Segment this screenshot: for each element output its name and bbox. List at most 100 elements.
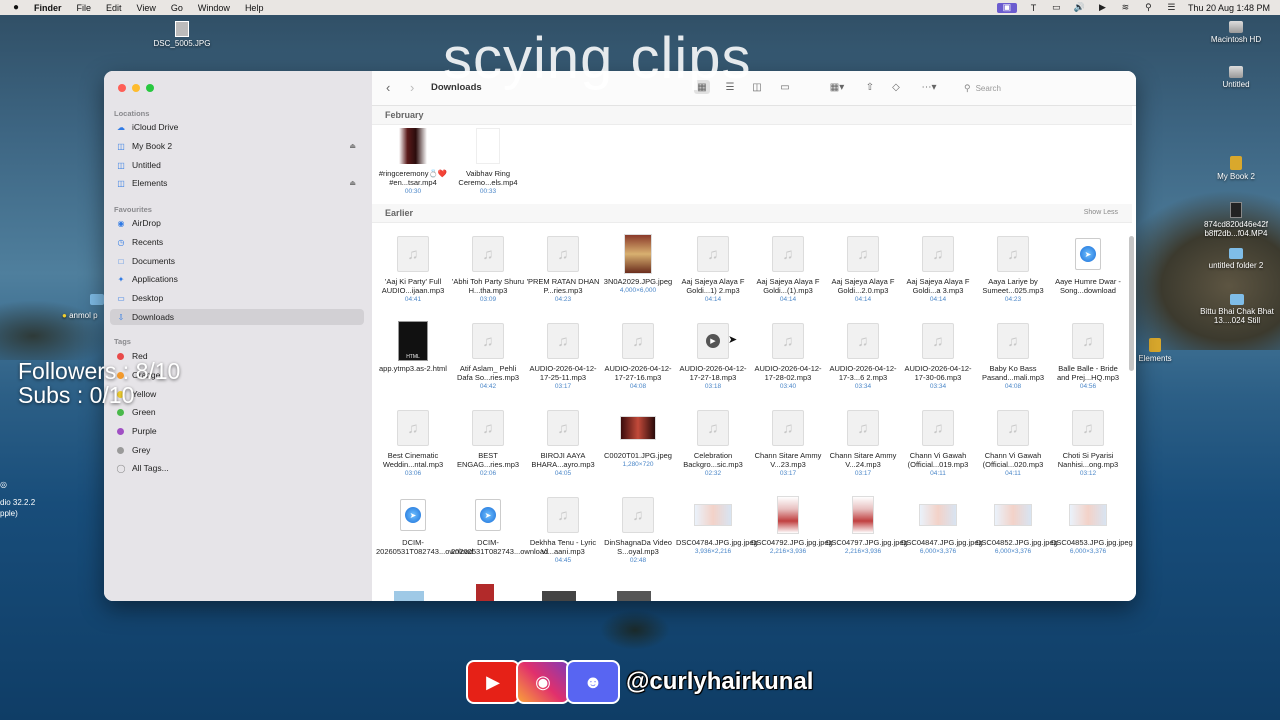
menu-edit[interactable]: Edit bbox=[106, 3, 122, 13]
file-item[interactable]: DSC04797.JPG.jpg.jpeg 2,216×3,936 bbox=[826, 495, 908, 555]
desktop-partial-icon[interactable]: ◎ bbox=[0, 480, 7, 490]
close-window-button[interactable] bbox=[118, 84, 126, 92]
wifi-icon[interactable]: ≋ bbox=[1119, 2, 1132, 13]
file-item[interactable]: ♫ Balle Balle - Bride and Prej...HQ.mp3 04… bbox=[1051, 321, 1125, 390]
eject-icon[interactable]: ⏏ bbox=[349, 142, 356, 150]
desktop-icon-elements[interactable]: Elements bbox=[1134, 338, 1176, 363]
file-item[interactable]: DSC04847.JPG.jpg.jpeg 6,000×3,376 bbox=[901, 495, 983, 555]
sidebar-item-my-book-2[interactable]: ◫ My Book 2 ⏏ bbox=[110, 138, 364, 154]
file-item[interactable]: ♫ AUDIO-2026-04-12-17-28-02.mp3 03:40 bbox=[751, 321, 825, 390]
search-field[interactable]: ⚲ Search bbox=[964, 81, 1124, 95]
sidebar-all-tags[interactable]: ◯ All Tags... bbox=[110, 460, 364, 476]
file-item[interactable]: ♫ Aaj Sajeya Alaya F Goldi...(1).mp3 04:14 bbox=[751, 234, 825, 303]
file-item[interactable]: ♫ DinShagnaDa Video S...oyal.mp3 02:48 bbox=[601, 495, 675, 564]
sidebar-item-applications[interactable]: ✦ Applications bbox=[110, 271, 364, 287]
desktop-icon-my-book[interactable]: My Book 2 bbox=[1200, 156, 1272, 181]
file-item[interactable]: ♫ Chann Vi Gawah (Official...019.mp3 04:11 bbox=[901, 408, 975, 477]
menu-help[interactable]: Help bbox=[245, 3, 264, 13]
file-item[interactable]: ♫ Atif Aslam_ Pehli Dafa So...ries.mp3 04:… bbox=[451, 321, 525, 390]
sidebar-item-downloads[interactable]: ⇩ Downloads bbox=[110, 309, 364, 325]
minimize-window-button[interactable] bbox=[132, 84, 140, 92]
tag-icon[interactable]: ◇ bbox=[888, 80, 904, 94]
file-item[interactable]: ♫ Aaj Sajeya Alaya F Goldi...a 3.mp3 04:14 bbox=[901, 234, 975, 303]
sidebar-item-elements[interactable]: ◫ Elements ⏏ bbox=[110, 175, 364, 191]
file-item[interactable]: ▶ AUDIO-2026-04-12-17-27-18.mp3 03:18 bbox=[676, 321, 750, 390]
desktop-icon-mp4-file[interactable]: 874cd820d46e42f b8ff2db...f04.MP4 bbox=[1194, 202, 1278, 238]
file-item[interactable]: DSC04853.JPG.jpg.jpeg 6,000×3,376 bbox=[1051, 495, 1133, 555]
sidebar-item-airdrop[interactable]: ◉ AirDrop bbox=[110, 215, 364, 231]
file-item[interactable]: ♫ Chann Sitare Ammy V...24.mp3 03:17 bbox=[826, 408, 900, 477]
partial-thumbnail[interactable] bbox=[476, 584, 494, 601]
spotlight-icon[interactable]: ⚲ bbox=[1142, 2, 1155, 13]
menu-clock[interactable]: Thu 20 Aug 1:48 PM bbox=[1188, 3, 1270, 13]
file-item[interactable]: DSC04792.JPG.jpg.jpeg 2,216×3,936 bbox=[751, 495, 833, 555]
menu-window[interactable]: Window bbox=[198, 3, 230, 13]
zoom-window-button[interactable] bbox=[146, 84, 154, 92]
partial-thumbnail[interactable] bbox=[542, 591, 576, 601]
volume-icon[interactable]: 🔊 bbox=[1073, 2, 1086, 13]
file-item[interactable]: ♫ Celebration Backgro...sic.mp3 02:32 bbox=[676, 408, 750, 477]
file-item[interactable]: 3N0A2029.JPG.jpeg 4,000×6,000 bbox=[601, 234, 675, 294]
file-item[interactable]: ♫ Chann Vi Gawah (Official...020.mp3 04:11 bbox=[976, 408, 1050, 477]
file-item[interactable]: DSC04784.JPG.jpg.jpeg 3,936×2,216 bbox=[676, 495, 758, 555]
file-item[interactable]: ♫ AUDIO-2026-04-12-17-25-11.mp3 03:17 bbox=[526, 321, 600, 390]
menu-view[interactable]: View bbox=[137, 3, 156, 13]
forward-button[interactable]: › bbox=[410, 80, 414, 95]
file-item[interactable]: DSC04852.JPG.jpg.jpeg 6,000×3,376 bbox=[976, 495, 1058, 555]
more-actions-icon[interactable]: ⋯▾ bbox=[916, 80, 942, 94]
sidebar-item-recents[interactable]: ◷ Recents bbox=[110, 234, 364, 250]
control-center-icon[interactable]: ☰ bbox=[1165, 2, 1178, 13]
display-icon[interactable]: ▭ bbox=[1050, 2, 1063, 13]
desktop-icon-untitled[interactable]: Untitled bbox=[1200, 66, 1272, 89]
file-item[interactable]: ♫ 'Aaj Ki Party' Full AUDIO...ijaan.mp3 04… bbox=[376, 234, 450, 303]
back-button[interactable]: ‹ bbox=[386, 80, 390, 95]
file-item[interactable]: ♫ Baby Ko Bass Pasand...mali.mp3 04:08 bbox=[976, 321, 1050, 390]
file-item[interactable]: C0020T01.JPG.jpeg 1,280×720 bbox=[601, 408, 675, 468]
gallery-view-icon[interactable]: ▭ bbox=[777, 80, 793, 94]
file-item[interactable]: ♫ AUDIO-2026-04-12-17-27-16.mp3 04:08 bbox=[601, 321, 675, 390]
partial-thumbnail[interactable] bbox=[617, 591, 651, 601]
sidebar-tag-grey[interactable]: Grey bbox=[110, 442, 364, 458]
sidebar-item-desktop[interactable]: ▭ Desktop bbox=[110, 290, 364, 306]
file-item[interactable]: ♫ Best Cinematic Weddin...ntal.mp3 03:06 bbox=[376, 408, 450, 477]
file-item[interactable]: ♫ Dekhha Tenu - Lyric Vi...aani.mp3 04:45 bbox=[526, 495, 600, 564]
folder-icon[interactable] bbox=[90, 294, 104, 305]
sidebar-item-icloud-drive[interactable]: ☁ iCloud Drive bbox=[110, 119, 364, 135]
desktop-icon-bittu-bhai[interactable]: Bittu Bhai Chak Bhat 13....024 Still bbox=[1196, 294, 1278, 325]
text-tool-icon[interactable]: T bbox=[1027, 3, 1040, 13]
menu-file[interactable]: File bbox=[77, 3, 92, 13]
group-by-icon[interactable]: ▦▾ bbox=[824, 80, 850, 94]
eject-icon[interactable]: ⏏ bbox=[349, 179, 356, 187]
sidebar-tag-green[interactable]: Green bbox=[110, 404, 364, 420]
desktop-icon-dsc5005[interactable]: DSC_5005.JPG bbox=[142, 21, 222, 48]
file-item[interactable]: ♫ Chann Sitare Ammy V...23.mp3 03:17 bbox=[751, 408, 825, 477]
menu-go[interactable]: Go bbox=[171, 3, 183, 13]
share-icon[interactable]: ⇧ bbox=[862, 80, 878, 94]
sidebar-item-documents[interactable]: □ Documents bbox=[110, 253, 364, 269]
sidebar-tag-yellow[interactable]: Yellow bbox=[110, 386, 364, 402]
screen-recorder-icon[interactable]: ▣ bbox=[996, 2, 1017, 13]
file-item[interactable]: ♫ Choti Si Pyarisi Nanhisi...ong.mp3 03:12 bbox=[1051, 408, 1125, 477]
file-item[interactable]: Vaibhav Ring Ceremo...els.mp4 00:33 bbox=[451, 126, 525, 195]
file-item[interactable]: ♫ AUDIO-2026-04-12-17-30-06.mp3 03:34 bbox=[901, 321, 975, 390]
file-item[interactable]: ➤ DCIM-20260531T082743...ownload bbox=[451, 495, 548, 557]
file-item[interactable]: HTML app.ytmp3.as-2.html bbox=[376, 321, 450, 374]
sidebar-tag-purple[interactable]: Purple bbox=[110, 423, 364, 439]
show-less-button[interactable]: Show Less bbox=[1084, 209, 1118, 216]
menu-app-name[interactable]: Finder bbox=[34, 3, 62, 13]
apple-menu-icon[interactable]: ● bbox=[10, 2, 22, 14]
file-item[interactable]: ♫ 'PREM RATAN DHAN P...ries.mp3 04:23 bbox=[526, 234, 600, 303]
desktop-icon-anmol[interactable]: ● anmol p bbox=[62, 311, 110, 320]
file-item[interactable]: ♫ Aaj Sajeya Alaya F Goldi...2.0.mp3 04:14 bbox=[826, 234, 900, 303]
vertical-scrollbar[interactable] bbox=[1129, 236, 1134, 371]
file-item[interactable]: ➤ Aaye Humre Dwar - Song...download bbox=[1051, 234, 1125, 296]
file-item[interactable]: #ringceremony💍❤️ #en...tsar.mp4 00:30 bbox=[376, 126, 450, 195]
file-item[interactable]: ♫ Aaya Lariye by Sumeet...025.mp3 04:23 bbox=[976, 234, 1050, 303]
sidebar-item-untitled[interactable]: ◫ Untitled bbox=[110, 157, 364, 173]
file-item[interactable]: ♫ BEST ENGAG...ries.mp3 02:06 bbox=[451, 408, 525, 477]
desktop-icon-macintosh-hd[interactable]: Macintosh HD bbox=[1200, 21, 1272, 44]
partial-thumbnail[interactable] bbox=[394, 591, 424, 601]
file-item[interactable]: ♫ AUDIO-2026-04-12-17-3...6 2.mp3 03:34 bbox=[826, 321, 900, 390]
desktop-icon-untitled-folder-2[interactable]: untitled folder 2 bbox=[1196, 248, 1276, 270]
file-item[interactable]: ♫ Aaj Sajeya Alaya F Goldi...1) 2.mp3 04:1… bbox=[676, 234, 750, 303]
